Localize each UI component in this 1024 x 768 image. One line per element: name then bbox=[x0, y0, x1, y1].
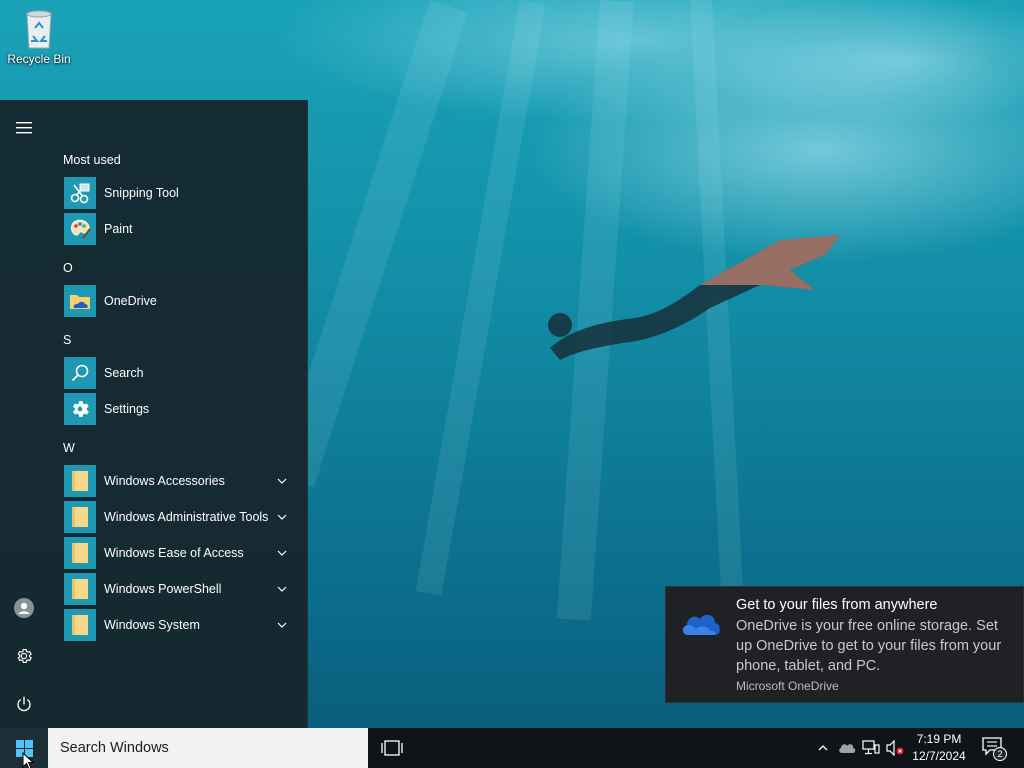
start-menu: Most used Snipping Tool Paint O OneDrive… bbox=[0, 100, 308, 728]
app-item-snipping-tool[interactable]: Snipping Tool bbox=[56, 176, 298, 210]
app-tile bbox=[64, 609, 96, 641]
folder-icon bbox=[72, 543, 88, 563]
group-header-s[interactable]: S bbox=[63, 333, 71, 347]
app-label: Windows System bbox=[104, 618, 200, 632]
taskbar: Search Windows 7:19 PM 12/7/2024 2 bbox=[0, 728, 1024, 768]
user-account-button[interactable] bbox=[4, 588, 44, 628]
app-item-windows-system[interactable]: Windows System bbox=[56, 608, 298, 642]
app-tile bbox=[64, 393, 96, 425]
settings-rail-button[interactable] bbox=[4, 636, 44, 676]
app-tile bbox=[64, 573, 96, 605]
app-label: Windows Accessories bbox=[104, 474, 225, 488]
app-tile bbox=[64, 177, 96, 209]
toast-title: Get to your files from anywhere bbox=[736, 597, 938, 613]
desktop-icon-recycle-bin[interactable]: Recycle Bin bbox=[6, 6, 72, 76]
recycle-bin-icon bbox=[26, 10, 52, 49]
app-label: Windows Ease of Access bbox=[104, 546, 244, 560]
app-item-search[interactable]: Search bbox=[56, 356, 298, 390]
expand-menu-button[interactable] bbox=[4, 108, 44, 148]
show-hidden-icons-button[interactable] bbox=[813, 738, 833, 758]
taskbar-search-box[interactable]: Search Windows bbox=[48, 728, 368, 768]
app-item-onedrive[interactable]: OneDrive bbox=[56, 284, 298, 318]
chevron-down-icon[interactable] bbox=[276, 583, 288, 595]
group-header-most-used: Most used bbox=[63, 153, 121, 167]
app-tile bbox=[64, 285, 96, 317]
chevron-down-icon[interactable] bbox=[276, 475, 288, 487]
chevron-up-icon bbox=[818, 745, 828, 751]
app-label: Paint bbox=[104, 222, 133, 236]
gear-icon bbox=[73, 401, 89, 417]
task-view-button[interactable] bbox=[372, 728, 412, 768]
folder-icon bbox=[72, 507, 88, 527]
app-item-settings[interactable]: Settings bbox=[56, 392, 298, 426]
onedrive-toast-notification[interactable]: Get to your files from anywhere OneDrive… bbox=[665, 586, 1024, 703]
folder-icon bbox=[72, 579, 88, 599]
clock-date: 12/7/2024 bbox=[912, 749, 966, 763]
folder-icon bbox=[72, 471, 88, 491]
power-icon bbox=[17, 696, 31, 712]
mouse-cursor-icon bbox=[22, 752, 34, 768]
network-icon bbox=[862, 740, 880, 755]
onedrive-tray-button[interactable] bbox=[837, 738, 857, 758]
clock-time: 7:19 PM bbox=[916, 732, 962, 746]
search-icon bbox=[71, 364, 89, 382]
notification-count-badge: 2 bbox=[993, 747, 1007, 761]
paint-palette-icon bbox=[71, 219, 91, 239]
app-item-paint[interactable]: Paint bbox=[56, 212, 298, 246]
app-tile bbox=[64, 501, 96, 533]
start-menu-rail bbox=[0, 100, 48, 728]
desktop-icon-label: Recycle Bin bbox=[7, 52, 71, 66]
app-item-windows-powershell[interactable]: Windows PowerShell bbox=[56, 572, 298, 606]
app-tile bbox=[64, 357, 96, 389]
user-account-icon bbox=[14, 598, 34, 618]
chevron-down-icon[interactable] bbox=[276, 619, 288, 631]
snipping-tool-icon bbox=[70, 183, 90, 204]
app-label: OneDrive bbox=[104, 294, 157, 308]
app-item-windows-ease-of-access[interactable]: Windows Ease of Access bbox=[56, 536, 298, 570]
power-button[interactable] bbox=[4, 684, 44, 724]
app-tile bbox=[64, 465, 96, 497]
onedrive-cloud-icon bbox=[682, 614, 720, 635]
app-item-windows-administrative-tools[interactable]: Windows Administrative Tools bbox=[56, 500, 298, 534]
app-tile bbox=[64, 537, 96, 569]
app-label: Windows PowerShell bbox=[104, 582, 222, 596]
app-label: Search bbox=[104, 366, 144, 380]
volume-muted-icon bbox=[886, 740, 904, 756]
diver-image bbox=[548, 235, 840, 360]
chevron-down-icon[interactable] bbox=[276, 511, 288, 523]
app-label: Snipping Tool bbox=[104, 186, 179, 200]
taskbar-clock[interactable]: 7:19 PM 12/7/2024 bbox=[906, 731, 972, 765]
toast-source: Microsoft OneDrive bbox=[736, 679, 839, 693]
app-tile bbox=[64, 213, 96, 245]
app-label: Settings bbox=[104, 402, 150, 416]
group-header-o[interactable]: O bbox=[63, 261, 73, 275]
volume-tray-button[interactable] bbox=[885, 738, 905, 758]
hamburger-icon bbox=[16, 122, 32, 134]
network-tray-button[interactable] bbox=[861, 738, 881, 758]
gear-icon bbox=[17, 648, 32, 664]
task-view-icon bbox=[381, 740, 403, 756]
action-center-button[interactable]: 2 bbox=[978, 734, 1010, 762]
group-header-w[interactable]: W bbox=[63, 441, 75, 455]
onedrive-folder-icon bbox=[70, 295, 90, 309]
chevron-down-icon[interactable] bbox=[276, 547, 288, 559]
toast-body: OneDrive is your free online storage. Se… bbox=[736, 618, 1002, 674]
onedrive-cloud-icon bbox=[839, 744, 856, 753]
app-item-windows-accessories[interactable]: Windows Accessories bbox=[56, 464, 298, 498]
app-label: Windows Administrative Tools bbox=[104, 510, 269, 524]
folder-icon bbox=[72, 615, 88, 635]
app-list: Most used Snipping Tool Paint O OneDrive… bbox=[56, 100, 308, 728]
